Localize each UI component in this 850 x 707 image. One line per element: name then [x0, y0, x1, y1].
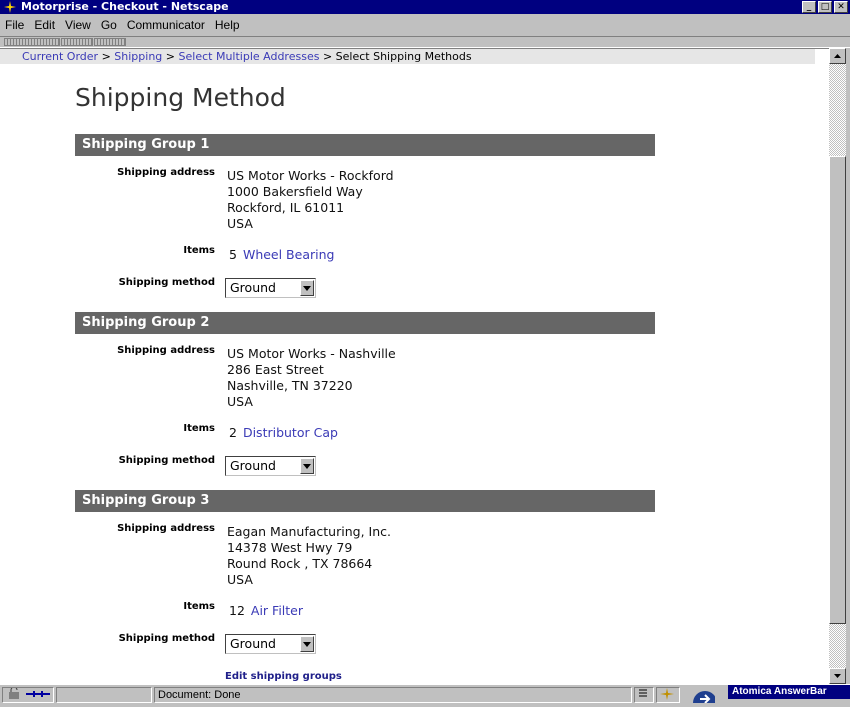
address-line: USA — [227, 572, 253, 587]
shipping-method-label: Shipping method — [118, 633, 215, 644]
shipping-group-3-items: 12 Air Filter — [229, 603, 303, 618]
lock-icon — [9, 692, 19, 699]
address-line: Round Rock , TX 78664 — [227, 556, 373, 571]
answerbar-button-icon[interactable] — [682, 687, 726, 707]
shipping-group-1-header: Shipping Group 1 — [75, 134, 655, 156]
shipping-group-2-address: US Motor Works - Nashville 286 East Stre… — [227, 346, 396, 410]
scroll-thumb[interactable] — [829, 156, 846, 624]
breadcrumb-select-multiple[interactable]: Select Multiple Addresses — [179, 50, 320, 63]
address-line: US Motor Works - Nashville — [227, 346, 396, 361]
selected-method: Ground — [230, 280, 276, 295]
breadcrumb-sep: > — [165, 50, 176, 63]
shipping-method-label: Shipping method — [118, 277, 215, 288]
breadcrumb-sep: > — [101, 50, 111, 63]
breadcrumb-current: Select Shipping Methods — [335, 50, 472, 63]
menu-bar: File Edit View Go Communicator Help — [0, 15, 850, 35]
item-link-wheel-bearing[interactable]: Wheel Bearing — [243, 247, 335, 262]
menu-help[interactable]: Help — [210, 18, 245, 32]
edit-shipping-groups-link[interactable]: Edit shipping groups — [225, 671, 342, 682]
menu-file[interactable]: File — [0, 18, 29, 32]
shipping-group-3-method-select[interactable]: Ground — [225, 634, 316, 654]
progress-cell — [56, 687, 152, 703]
items-label: Items — [183, 423, 215, 434]
arrow-down-icon — [834, 674, 841, 678]
shipping-group-2-items: 2 Distributor Cap — [229, 425, 338, 440]
address-line: USA — [227, 394, 253, 409]
list-icon[interactable] — [634, 687, 654, 703]
shipping-group-1-address: US Motor Works - Rockford 1000 Bakersfie… — [227, 168, 394, 232]
window-title-bar: Motorprise - Checkout - Netscape _ □ ✕ — [0, 0, 850, 14]
address-line: Nashville, TN 37220 — [227, 378, 353, 393]
shipping-group-1-items: 5 Wheel Bearing — [229, 247, 334, 262]
items-label: Items — [183, 601, 215, 612]
vertical-scrollbar[interactable] — [829, 48, 846, 684]
toolbar-grip-personal[interactable] — [94, 38, 126, 46]
status-bar: Document: Done Atomica AnswerBar — [0, 684, 850, 707]
component-bar-icon[interactable] — [656, 687, 680, 703]
shipping-address-label: Shipping address — [117, 523, 215, 534]
close-button[interactable]: ✕ — [834, 1, 848, 13]
selected-method: Ground — [230, 458, 276, 473]
address-line: 14378 West Hwy 79 — [227, 540, 353, 555]
connection-icon — [26, 691, 50, 697]
address-line: Rockford, IL 61011 — [227, 200, 345, 215]
menu-go[interactable]: Go — [96, 18, 122, 32]
item-link-distributor-cap[interactable]: Distributor Cap — [243, 425, 338, 440]
toolbar-grip-location[interactable] — [61, 38, 93, 46]
dropdown-arrow-icon[interactable] — [300, 458, 314, 474]
shipping-group-2-method-select[interactable]: Ground — [225, 456, 316, 476]
item-link-air-filter[interactable]: Air Filter — [251, 603, 303, 618]
menu-view[interactable]: View — [60, 18, 96, 32]
item-quantity: 12 — [229, 603, 245, 618]
toolbar-grip-navigation[interactable] — [4, 38, 60, 46]
breadcrumb-sep: > — [322, 50, 333, 63]
atomica-answerbar[interactable]: Atomica AnswerBar — [728, 685, 850, 699]
shipping-group-3-header: Shipping Group 3 — [75, 490, 655, 512]
address-line: US Motor Works - Rockford — [227, 168, 394, 183]
menu-communicator[interactable]: Communicator — [122, 18, 210, 32]
shipping-group-2-header: Shipping Group 2 — [75, 312, 655, 334]
arrow-up-icon — [834, 54, 841, 58]
shipping-address-label: Shipping address — [117, 167, 215, 178]
shipping-address-label: Shipping address — [117, 345, 215, 356]
maximize-button[interactable]: □ — [818, 1, 832, 13]
breadcrumb-shipping[interactable]: Shipping — [114, 50, 162, 63]
dropdown-arrow-icon[interactable] — [300, 280, 314, 296]
menu-edit[interactable]: Edit — [29, 18, 60, 32]
status-text: Document: Done — [154, 687, 632, 703]
page-content: Current Order > Shipping > Select Multip… — [0, 48, 829, 685]
netscape-icon — [3, 0, 17, 14]
minimize-button[interactable]: _ — [802, 1, 816, 13]
scroll-up-button[interactable] — [829, 48, 846, 64]
selected-method: Ground — [230, 636, 276, 651]
address-line: USA — [227, 216, 253, 231]
breadcrumb-current-order[interactable]: Current Order — [22, 50, 98, 63]
address-line: 1000 Bakersfield Way — [227, 184, 363, 199]
address-line: 286 East Street — [227, 362, 324, 377]
dropdown-arrow-icon[interactable] — [300, 636, 314, 652]
item-quantity: 2 — [229, 425, 237, 440]
address-line: Eagan Manufacturing, Inc. — [227, 524, 391, 539]
page-title: Shipping Method — [75, 83, 286, 112]
window-title: Motorprise - Checkout - Netscape — [21, 0, 229, 13]
shipping-group-1-method-select[interactable]: Ground — [225, 278, 316, 298]
toolbar-grips — [0, 36, 850, 48]
security-indicator[interactable] — [2, 686, 54, 703]
scroll-down-button[interactable] — [829, 668, 846, 684]
item-quantity: 5 — [229, 247, 237, 262]
shipping-method-label: Shipping method — [118, 455, 215, 466]
items-label: Items — [183, 245, 215, 256]
breadcrumb: Current Order > Shipping > Select Multip… — [0, 49, 815, 64]
shipping-group-3-address: Eagan Manufacturing, Inc. 14378 West Hwy… — [227, 524, 391, 588]
